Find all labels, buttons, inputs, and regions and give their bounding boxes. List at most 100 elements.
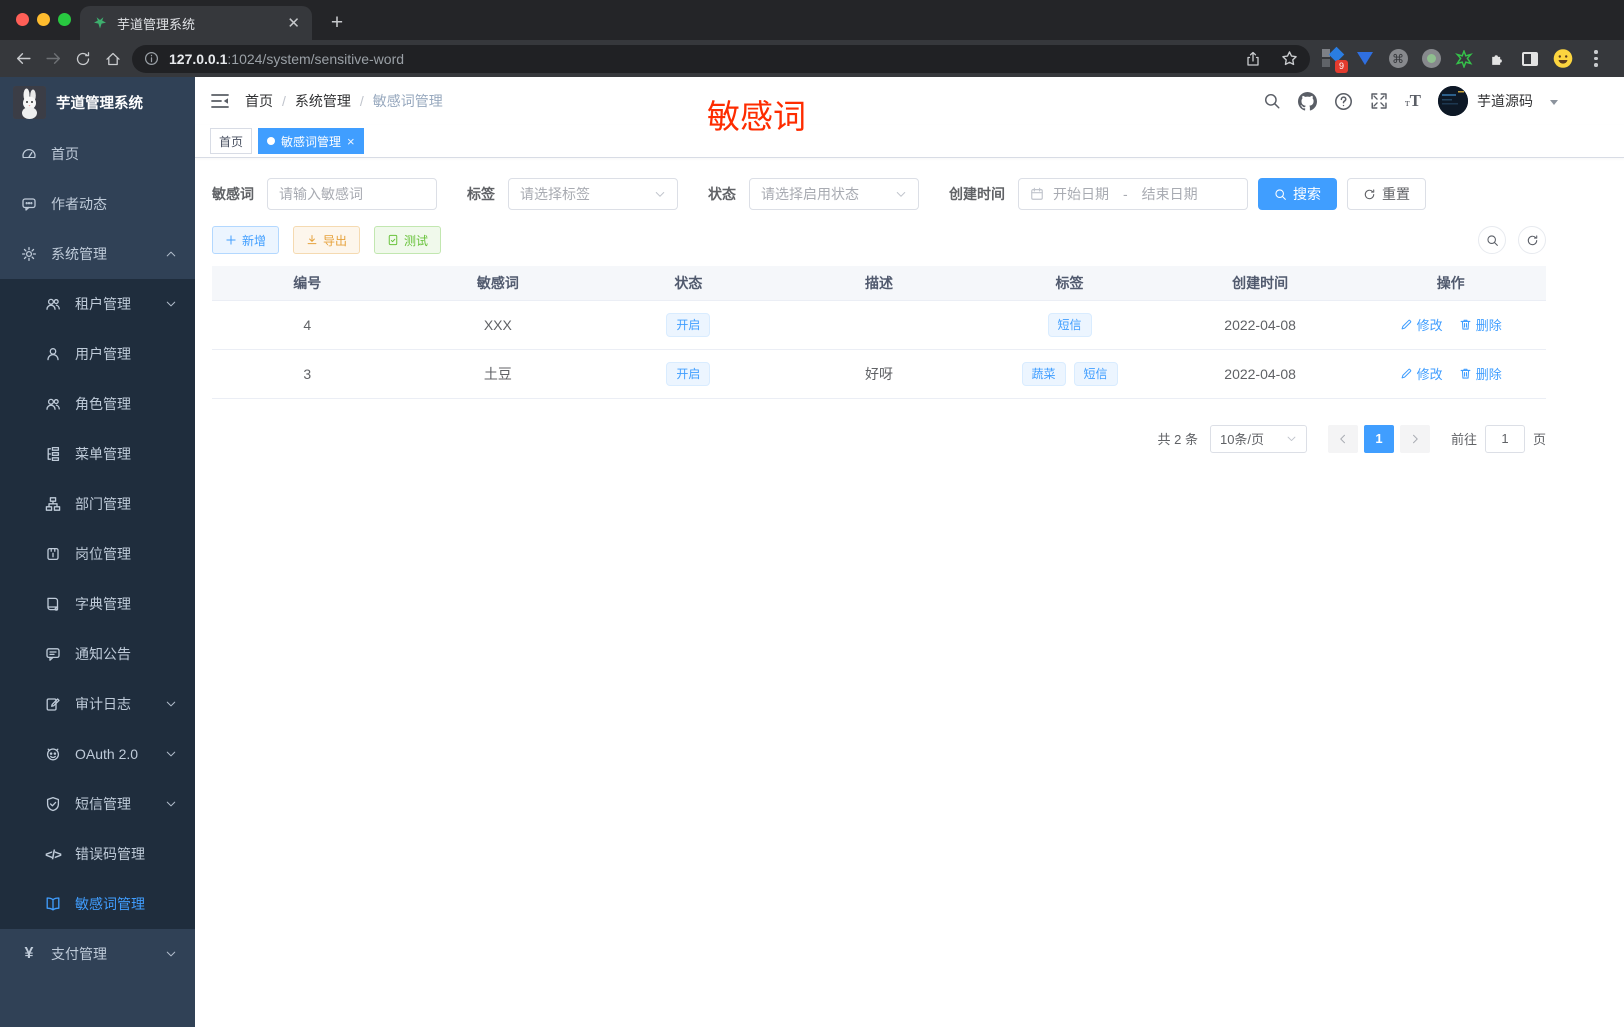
tag-badge: 蔬菜	[1021, 361, 1066, 386]
status-select[interactable]: 请选择启用状态	[749, 178, 919, 210]
browser-menu-icon[interactable]	[1586, 49, 1606, 69]
bookmark-star-icon[interactable]	[1274, 44, 1304, 74]
fullscreen-icon[interactable]	[1370, 92, 1388, 110]
cell-desc	[783, 300, 975, 350]
next-page-icon[interactable]	[1399, 424, 1430, 453]
tag-label: 标签	[467, 186, 495, 202]
side-panel-icon[interactable]	[1520, 49, 1540, 69]
browser-tab[interactable]: 芋道管理系统 ✕	[80, 6, 312, 40]
page-tab-0[interactable]: 首页	[210, 128, 253, 154]
delete-link[interactable]: 删除	[1459, 315, 1502, 334]
minimize-window-button[interactable]	[37, 13, 50, 26]
date-separator: -	[1123, 186, 1128, 202]
breadcrumb-item[interactable]: 系统管理	[295, 91, 351, 111]
sidebar-item-label: 通知公告	[75, 646, 131, 662]
cell-actions: 修改 删除	[1355, 300, 1546, 350]
sidebar-item-15[interactable]: 敏感词管理	[0, 879, 195, 929]
sidebar-item-16[interactable]: ¥ 支付管理	[0, 929, 195, 979]
sidebar-item-7[interactable]: 部门管理	[0, 479, 195, 529]
sidebar-item-3[interactable]: 租户管理	[0, 279, 195, 329]
tag-select[interactable]: 请选择标签	[508, 178, 678, 210]
sidebar-item-10[interactable]: 通知公告	[0, 629, 195, 679]
profile-avatar-icon[interactable]	[1553, 49, 1573, 69]
reload-icon[interactable]	[68, 44, 98, 74]
browser-toolbar: 127.0.0.1:1024/system/sensitive-word 9 ⌘	[0, 40, 1624, 77]
new-tab-button[interactable]: +	[322, 8, 352, 38]
keyword-input-field[interactable]	[279, 186, 425, 202]
user-menu-caret-icon[interactable]	[1550, 100, 1558, 105]
keyword-input[interactable]	[267, 178, 437, 210]
sms-shield-icon	[45, 796, 61, 812]
sidebar-item-label: 作者动态	[51, 196, 107, 212]
tab-close-icon[interactable]: ×	[347, 135, 355, 148]
date-range-picker[interactable]: 开始日期 - 结束日期	[1018, 178, 1248, 210]
extension-record-icon[interactable]	[1421, 49, 1441, 69]
sidebar-item-4[interactable]: 用户管理	[0, 329, 195, 379]
page-tab-1[interactable]: 敏感词管理 ×	[258, 128, 364, 154]
extension-command-icon[interactable]: ⌘	[1388, 49, 1408, 69]
sidebar-item-2[interactable]: 系统管理	[0, 229, 195, 279]
hamburger-icon[interactable]	[210, 91, 230, 111]
share-icon[interactable]	[1238, 44, 1268, 74]
toggle-search-icon[interactable]	[1478, 226, 1506, 254]
url-text[interactable]: 127.0.0.1:1024/system/sensitive-word	[169, 51, 404, 67]
breadcrumb-item[interactable]: 首页	[245, 91, 273, 111]
refresh-table-icon[interactable]	[1518, 226, 1546, 254]
cell-tags: 蔬菜 短信	[974, 349, 1165, 399]
home-icon[interactable]	[98, 44, 128, 74]
forward-icon[interactable]	[38, 44, 68, 74]
site-info-icon[interactable]	[144, 51, 159, 66]
sidebar-item-14[interactable]: </> 错误码管理	[0, 829, 195, 879]
export-button[interactable]: 导出	[293, 226, 361, 254]
sidebar-item-5[interactable]: 角色管理	[0, 379, 195, 429]
goto-page-input[interactable]	[1484, 424, 1525, 453]
page-size-select[interactable]: 10条/页	[1209, 424, 1307, 453]
reset-button[interactable]: 重置	[1347, 178, 1426, 210]
address-bar[interactable]: 127.0.0.1:1024/system/sensitive-word	[132, 44, 1310, 74]
status-badge: 开启	[666, 312, 711, 337]
sidebar-item-9[interactable]: 字典管理	[0, 579, 195, 629]
sidebar-item-6[interactable]: 菜单管理	[0, 429, 195, 479]
test-button[interactable]: 测试	[374, 226, 442, 254]
edit-link[interactable]: 修改	[1400, 364, 1443, 383]
total-count-text: 共 2 条	[1157, 432, 1198, 447]
username-text[interactable]: 芋道源码	[1477, 91, 1533, 111]
sidebar-item-1[interactable]: 作者动态	[0, 179, 195, 229]
page-tab-label: 首页	[219, 134, 244, 149]
maximize-window-button[interactable]	[58, 13, 71, 26]
prev-page-icon[interactable]	[1327, 424, 1358, 453]
table-row-0: 4 XXX 开启 短信 2022-04-08 修改 删除	[212, 300, 1546, 350]
search-button[interactable]: 搜索	[1258, 178, 1337, 210]
delete-link[interactable]: 删除	[1459, 364, 1502, 383]
sidebar-item-11[interactable]: 审计日志	[0, 679, 195, 729]
edit-link[interactable]: 修改	[1400, 315, 1443, 334]
tag-select-placeholder: 请选择标签	[520, 186, 590, 202]
sidebar-item-13[interactable]: 短信管理	[0, 779, 195, 829]
page-tab-label: 敏感词管理	[281, 134, 342, 149]
chevron-down-icon	[654, 188, 666, 200]
sidebar-menu: 首页作者动态系统管理 租户管理 用户管理 角色管理 菜单管理 部门管理 岗位管理 字典管理通知…	[0, 127, 195, 979]
tag-badge: 短信	[1073, 361, 1118, 386]
sidebar-item-0[interactable]: 首页	[0, 129, 195, 179]
close-window-button[interactable]	[16, 13, 29, 26]
header-search-icon[interactable]	[1263, 92, 1281, 110]
github-icon[interactable]	[1297, 91, 1317, 111]
extension-tabs-icon[interactable]: 9	[1322, 46, 1348, 73]
tenant-users-icon	[45, 296, 61, 312]
font-size-icon[interactable]: тT	[1405, 92, 1421, 110]
cell-status: 开启	[593, 300, 784, 350]
tab-close-icon[interactable]: ✕	[287, 16, 300, 31]
role-users-icon	[45, 396, 61, 412]
extension-gem-icon[interactable]	[1355, 49, 1375, 69]
extension-green-star-icon[interactable]	[1454, 49, 1474, 69]
page-number-button[interactable]: 1	[1363, 424, 1394, 453]
user-avatar[interactable]	[1438, 86, 1468, 116]
help-question-icon[interactable]	[1334, 92, 1353, 111]
add-button[interactable]: 新增	[212, 226, 280, 254]
back-icon[interactable]	[8, 44, 38, 74]
sidebar-item-12[interactable]: OAuth 2.0	[0, 729, 195, 779]
sidebar-item-8[interactable]: 岗位管理	[0, 529, 195, 579]
reset-button-label: 重置	[1382, 186, 1410, 202]
extensions-puzzle-icon[interactable]	[1487, 49, 1507, 69]
app-logo[interactable]: 芋道管理系统	[0, 77, 195, 127]
